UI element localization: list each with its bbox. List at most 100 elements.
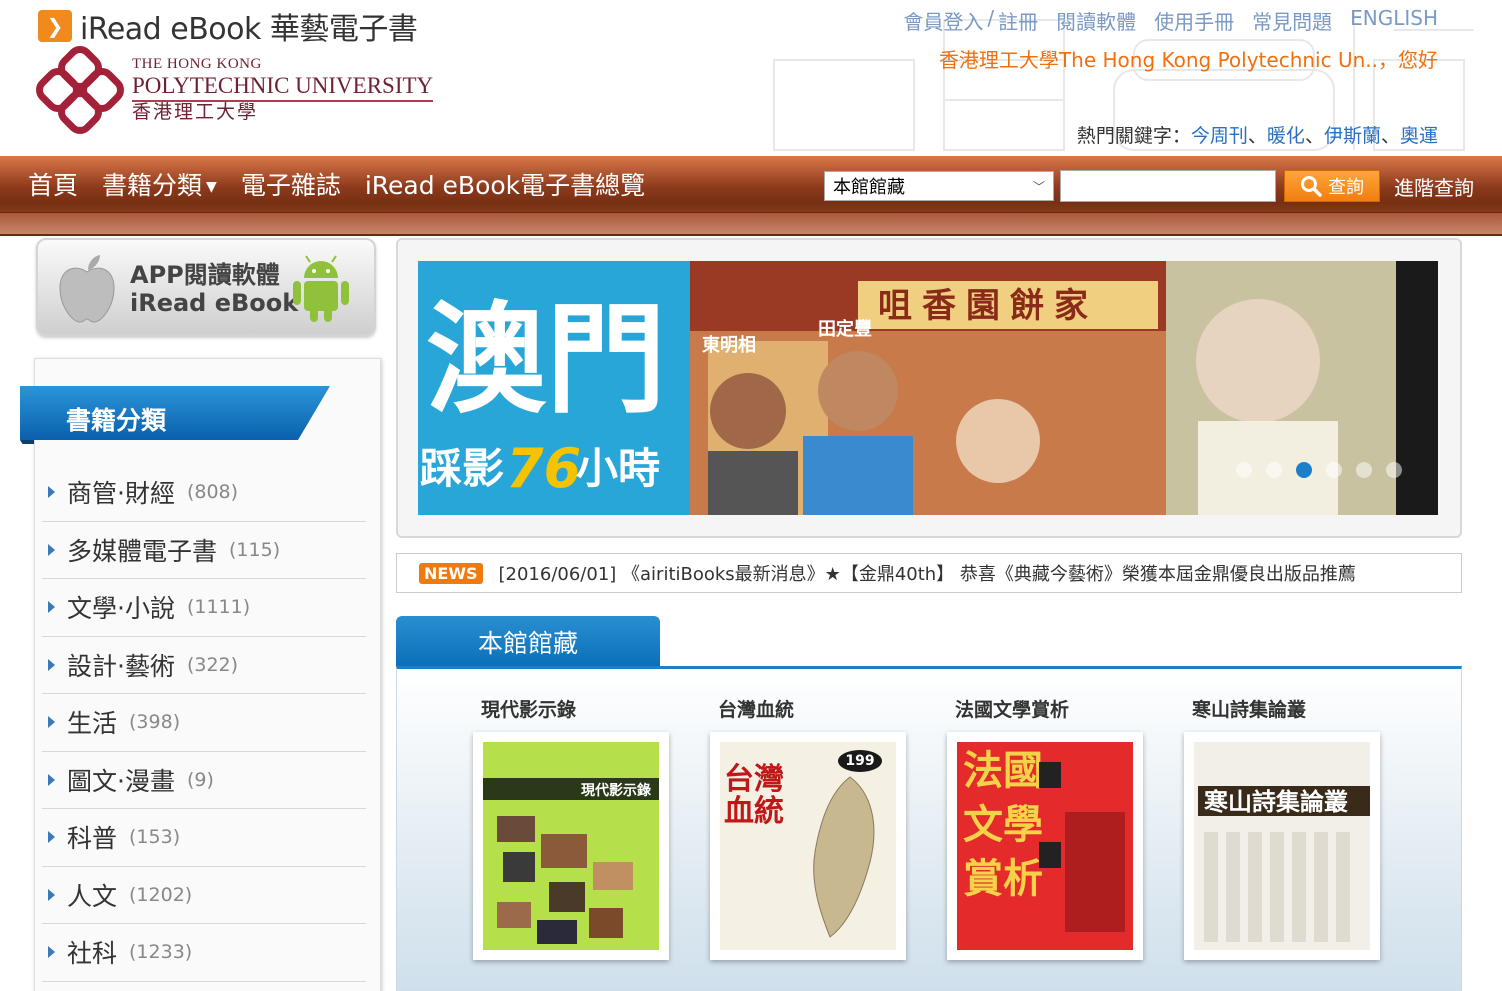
category-item[interactable]: 設計‧藝術 (322)	[42, 637, 366, 694]
nav-categories[interactable]: 書籍分類 ▼	[102, 166, 217, 202]
category-item[interactable]: 圖文‧漫畫 (9)	[42, 752, 366, 809]
category-item[interactable]: 多媒體電子書 (115)	[42, 522, 366, 579]
android-icon	[293, 255, 349, 322]
slide-subtitle: 踩影	[420, 444, 504, 493]
hot-keyword-link[interactable]: 伊斯蘭	[1324, 125, 1381, 147]
app-banner-title: APP閱讀軟體	[130, 261, 280, 289]
keyword-separator: 、	[1304, 125, 1324, 147]
category-count: (1233)	[129, 941, 193, 964]
book-card[interactable]: 台灣血統 台灣血統 199	[710, 695, 910, 960]
category-label: 文學‧小說	[67, 594, 175, 624]
news-link[interactable]: [2016/06/01] 《airitiBooks最新消息》★【金鼎40th】 …	[499, 560, 1356, 586]
top-links: 會員登入 / 註冊 閱讀軟體 使用手冊 常見問題 ENGLISH	[903, 6, 1438, 35]
apple-icon	[59, 255, 115, 323]
english-link[interactable]: ENGLISH	[1350, 6, 1438, 35]
triangle-right-icon	[48, 658, 55, 671]
hot-keyword-link[interactable]: 暖化	[1267, 125, 1305, 147]
category-label: 設計‧藝術	[67, 651, 175, 681]
slide-dot[interactable]	[1356, 462, 1372, 478]
login-link[interactable]: 會員登入	[903, 6, 983, 35]
cover-title: 寒山詩集論叢	[1204, 788, 1348, 816]
category-count: (1202)	[129, 883, 193, 906]
slide-shop-sign: 咀香園餅家	[878, 286, 1098, 326]
cover-title: 現代影示錄	[581, 783, 651, 799]
slide-number: 76	[506, 437, 581, 500]
triangle-right-icon	[48, 888, 55, 901]
featured-slider-panel: 澳門 踩影 76 小時 東明相 田定豐 咀香園餅家	[396, 238, 1462, 538]
search-scope-value: 本館館藏	[833, 177, 905, 198]
category-item[interactable]: 人文 (1202)	[42, 867, 366, 924]
slide-dots	[1236, 462, 1402, 478]
book-cover[interactable]: 法國文學賞析	[947, 732, 1143, 960]
book-title: 寒山詩集論叢	[1192, 699, 1307, 721]
reader-software-link[interactable]: 閱讀軟體	[1056, 6, 1136, 35]
slide-subtitle-tail: 小時	[576, 444, 660, 493]
nav-overview[interactable]: iRead eBook電子書總覽	[365, 166, 645, 202]
university-name-en: POLYTECHNIC UNIVERSITY	[132, 73, 434, 103]
slide-dot[interactable]	[1326, 462, 1342, 478]
news-bar: NEWS [2016/06/01] 《airitiBooks最新消息》★【金鼎4…	[396, 553, 1462, 593]
category-item[interactable]: 商管‧財經 (808)	[42, 464, 366, 522]
category-list: 商管‧財經 (808) 多媒體電子書 (115) 文學‧小說 (1111) 設計‧藝術…	[42, 464, 366, 982]
chevron-down-icon: ﹀	[1032, 179, 1045, 194]
hot-keyword-link[interactable]: 奧運	[1400, 125, 1438, 147]
category-label: 商管‧財經	[67, 479, 175, 509]
app-download-banner[interactable]: APP閱讀軟體 iRead eBook	[36, 238, 376, 336]
category-count: (1111)	[186, 596, 251, 619]
faq-link[interactable]: 常見問題	[1252, 6, 1332, 35]
keyword-separator: 、	[1380, 125, 1400, 147]
keyword-separator: 、	[1247, 125, 1267, 147]
category-count: (153)	[129, 826, 181, 849]
hot-keyword-link[interactable]: 今周刊	[1191, 125, 1248, 147]
search-button-label: 查詢	[1328, 177, 1364, 198]
book-cover[interactable]: 現代影示錄	[473, 732, 669, 960]
university-name-zh: 香港理工大學	[132, 102, 259, 124]
advanced-search-link[interactable]: 進階查詢	[1394, 172, 1474, 201]
category-count: (808)	[186, 481, 239, 504]
category-count: (9)	[186, 768, 214, 791]
book-card[interactable]: 現代影示錄 現代影示錄	[473, 695, 673, 960]
category-item[interactable]: 文學‧小說 (1111)	[42, 579, 366, 637]
brand-logo[interactable]: ❯ iRead eBook 華藝電子書	[38, 4, 418, 48]
book-title: 現代影示錄	[481, 699, 577, 721]
site-header: ❯ iRead eBook 華藝電子書 THE HONG KONG POLYTE…	[20, 0, 1474, 158]
user-manual-link[interactable]: 使用手冊	[1154, 6, 1234, 35]
link-separator: /	[987, 6, 995, 30]
slide-dot[interactable]	[1266, 462, 1282, 478]
category-label: 圖文‧漫畫	[67, 766, 175, 796]
category-item[interactable]: 科普 (153)	[42, 809, 366, 867]
search-area: 本館館藏 ﹀ 查詢 進階查詢	[824, 170, 1474, 202]
search-icon	[1301, 176, 1322, 197]
iread-logo-icon: ❯	[38, 10, 72, 42]
book-title: 法國文學賞析	[955, 699, 1070, 721]
news-badge: NEWS	[419, 562, 483, 584]
slide-dot-active[interactable]	[1296, 462, 1312, 478]
navbar-lower-band	[0, 212, 1502, 234]
book-card[interactable]: 法國文學賞析 法國文學賞析	[947, 695, 1147, 960]
tab-library-collection[interactable]: 本館館藏	[396, 616, 660, 668]
search-input[interactable]	[1060, 170, 1276, 202]
search-button[interactable]: 查詢	[1284, 170, 1380, 202]
nav-home[interactable]: 首頁	[28, 166, 78, 202]
slide-person-2: 田定豐	[818, 318, 872, 340]
book-cover[interactable]: 台灣血統 199	[710, 732, 906, 960]
triangle-right-icon	[48, 601, 55, 614]
register-link[interactable]: 註冊	[998, 6, 1038, 35]
slide-person-1: 東明相	[702, 334, 756, 356]
triangle-right-icon	[48, 486, 55, 499]
category-count: (322)	[186, 653, 239, 676]
university-logo[interactable]: THE HONG KONG POLYTECHNIC UNIVERSITY 香港理…	[34, 44, 434, 136]
app-banner-subtitle: iRead eBook	[130, 288, 299, 317]
book-card[interactable]: 寒山詩集論叢 寒山詩集論叢	[1184, 695, 1384, 960]
book-cover[interactable]: 寒山詩集論叢	[1184, 732, 1380, 960]
triangle-right-icon	[48, 773, 55, 786]
slide-dot[interactable]	[1386, 462, 1402, 478]
nav-magazines[interactable]: 電子雜誌	[241, 166, 341, 202]
category-item[interactable]: 生活 (398)	[42, 694, 366, 752]
slide-dot[interactable]	[1236, 462, 1252, 478]
main-navbar: 首頁 書籍分類 ▼ 電子雜誌 iRead eBook電子書總覽 本館館藏 ﹀ 查詢…	[0, 156, 1502, 236]
slide-headline: 澳門	[426, 291, 666, 430]
search-scope-select[interactable]: 本館館藏 ﹀	[824, 171, 1054, 201]
category-item[interactable]: 社科 (1233)	[42, 924, 366, 982]
brand-name: iRead eBook 華藝電子書	[80, 12, 418, 47]
